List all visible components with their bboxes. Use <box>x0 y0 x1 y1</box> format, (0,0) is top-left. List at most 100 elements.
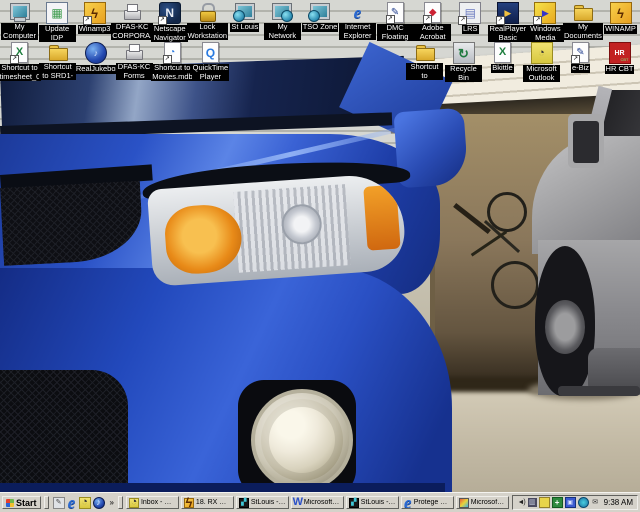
display-settings-icon[interactable] <box>528 498 537 507</box>
desktop-icon-quicktime-player[interactable]: QuickTime Player <box>192 42 229 81</box>
e-biz-document-icon <box>572 42 589 63</box>
volume-icon[interactable] <box>517 498 526 507</box>
desktop-icon-winamp3[interactable]: Winamp3 <box>76 2 113 42</box>
desktop-icon-lrs[interactable]: LRS <box>452 2 489 42</box>
desktop-icon-label: HR CBT <box>605 65 635 74</box>
suv-running-board <box>558 386 640 396</box>
task-button-label: Microsoft Word... <box>304 499 341 506</box>
desktop-icon-label: e-Biz <box>571 64 590 73</box>
desktop-icon-hr-cbt[interactable]: HR CBT <box>601 42 638 82</box>
update-idp-icon <box>46 2 68 24</box>
desktop-icon-my-documents[interactable]: My Documents <box>564 2 601 42</box>
desktop-icon-lock-workstation[interactable]: Lock Workstation <box>189 2 226 42</box>
desktop-icon-microsoft-outlook[interactable]: Microsoft Outlook <box>523 42 560 82</box>
desktop-icon-dfas-kc-forms[interactable]: DFAS-KC Forms <box>116 42 153 81</box>
desktop-icon-update-idp[interactable]: Update IDP <box>39 2 76 42</box>
quick-launch-overflow-chevron[interactable]: » <box>109 498 115 507</box>
desktop-icon-internet-explorer[interactable]: Internet Explorer <box>339 2 376 42</box>
task-button-label: Microsoft Photo... <box>471 499 506 506</box>
suv-mirror-glass <box>573 121 599 163</box>
desktop-icon-dfas-kc-corpora[interactable]: DFAS-KC CORPORA... <box>114 2 151 42</box>
desktop-icon-my-network-places[interactable]: My Network Places <box>264 2 301 42</box>
antivirus-shield-icon[interactable] <box>552 497 563 508</box>
desktop-icon-st-louis[interactable]: St Louis <box>226 2 263 42</box>
desktop-icon-outgoing[interactable]: Shortcut to Outgoing <box>406 42 443 82</box>
lrs-icon <box>459 2 481 24</box>
desktop-icon-label: Recycle Bin <box>445 65 482 82</box>
lower-mesh-grille <box>0 370 128 495</box>
desktop[interactable]: My ComputerUpdate IDPWinamp3DFAS-KC CORP… <box>0 0 640 495</box>
winamp-icon <box>184 498 194 508</box>
quick-launch-bar <box>52 497 106 509</box>
task-stlouis-rumba-1[interactable]: StLouis - RUM... <box>236 496 289 509</box>
taskbar-grip[interactable] <box>44 496 49 509</box>
start-button[interactable]: Start <box>2 496 41 509</box>
desktop-icon-movies-mdb[interactable]: Shortcut to Movies.mdb <box>154 42 191 81</box>
desktop-icon-dmc-floating-lus[interactable]: DMC Floating LUs <box>377 2 414 42</box>
network-icon[interactable] <box>565 497 576 508</box>
new-mail-icon[interactable] <box>591 498 600 507</box>
task-button-label: 18. RX Bandits... <box>196 499 231 506</box>
desktop-icon-label: Winamp3 <box>78 25 112 34</box>
desktop-icon-label: Windows Media Player <box>527 25 564 42</box>
task-stlouis-rumba-2[interactable]: StLouis - RUM... <box>346 496 399 509</box>
task-microsoft-word[interactable]: Microsoft Word... <box>291 496 344 509</box>
desktop-icon-bkittle[interactable]: Bkittle <box>484 42 521 82</box>
desktop-icon-label: Shortcut to Movies.mdb <box>151 64 193 81</box>
quicktime-icon <box>202 42 219 63</box>
my-computer-icon <box>10 2 30 22</box>
suv-alloy-wheel <box>545 300 585 354</box>
access-database-icon <box>164 42 181 63</box>
taskbar: Start » Inbox - Microsof... 18. RX Bandit… <box>0 492 640 512</box>
desktop-icons-row-2-right: Shortcut to OutgoingRecycle Bin Bkittle Mi… <box>406 42 638 82</box>
taskbar-clock[interactable]: 9:38 AM <box>604 498 633 507</box>
internet-explorer-icon <box>348 2 368 22</box>
folder-icon <box>48 42 68 62</box>
desktop-icon-netscape-navigator[interactable]: Netscape Navigator <box>151 2 188 42</box>
rumba-terminal-icon <box>349 498 359 508</box>
outlook-icon[interactable] <box>79 497 91 509</box>
desktop-icon-srd1-0u1[interactable]: Shortcut to SRD1-0U1 <box>39 42 76 81</box>
desktop-icon-recycle-bin[interactable]: Recycle Bin <box>445 42 482 82</box>
my-documents-icon <box>573 2 593 22</box>
task-winamp-rx-bandits[interactable]: 18. RX Bandits... <box>181 496 234 509</box>
desktop-icon-e-biz[interactable]: e-Biz <box>562 42 599 82</box>
dmc-floating-lus-icon <box>387 2 404 23</box>
desktop-icon-my-computer[interactable]: My Computer <box>1 2 38 42</box>
outlook-icon <box>129 498 139 508</box>
desktop-icon-label: Bkittle <box>491 64 513 73</box>
desktop-icon-adobe-acrobat[interactable]: Adobe Acrobat 5.0 <box>414 2 451 42</box>
task-inbox-outlook[interactable]: Inbox - Microsof... <box>126 496 179 509</box>
photo-editor-icon <box>459 498 469 508</box>
desktop-icon-windows-media-player[interactable]: Windows Media Player <box>527 2 564 42</box>
desktop-icon-label: Lock Workstation <box>187 23 228 40</box>
task-protege-forums[interactable]: Protege Forums... <box>401 496 454 509</box>
desktop-icon-tso-zone[interactable]: TSO Zone <box>302 2 339 42</box>
desktop-icon-winamp[interactable]: WINAMP <box>602 2 639 42</box>
task-button-area: Inbox - Microsof... 18. RX Bandits... StLo… <box>126 496 509 509</box>
desktop-icon-label: My Documents <box>563 23 603 40</box>
tso-zone-icon <box>310 2 330 22</box>
desktop-icon-label: Adobe Acrobat 5.0 <box>414 24 451 41</box>
taskbar-grip[interactable] <box>118 496 123 509</box>
show-desktop-icon[interactable] <box>53 497 65 509</box>
desktop-icon-label: My Computer <box>1 23 38 40</box>
realplayer-icon[interactable] <box>93 497 105 509</box>
desktop-icon-timesheet[interactable]: Shortcut to timesheet_02 <box>1 42 38 81</box>
desktop-icon-label: Shortcut to timesheet_02 <box>0 64 41 81</box>
system-tray: 9:38 AM <box>512 495 638 510</box>
realplayer-tray-icon[interactable] <box>578 497 589 508</box>
desktop-icon-label: Update IDP <box>39 25 76 42</box>
internet-explorer-icon[interactable] <box>67 498 77 508</box>
desktop-icon-realplayer-basic[interactable]: RealPlayer Basic <box>489 2 526 42</box>
bicycle-rear-wheel <box>491 261 539 309</box>
desktop-icon-label: Shortcut to Outgoing <box>406 63 443 80</box>
task-microsoft-photo[interactable]: Microsoft Photo... <box>456 496 509 509</box>
desktop-icon-label: Shortcut to SRD1-0U1 <box>39 63 76 80</box>
desktop-icon-label: RealPlayer Basic <box>488 25 527 42</box>
amber-turn-signal <box>163 203 244 276</box>
task-scheduler-icon[interactable] <box>539 497 550 508</box>
task-button-label: StLouis - RUM... <box>361 499 396 506</box>
desktop-icon-label: DFAS-KC Forms <box>116 63 153 80</box>
desktop-icon-realjukebox[interactable]: RealJukebox <box>77 42 114 81</box>
